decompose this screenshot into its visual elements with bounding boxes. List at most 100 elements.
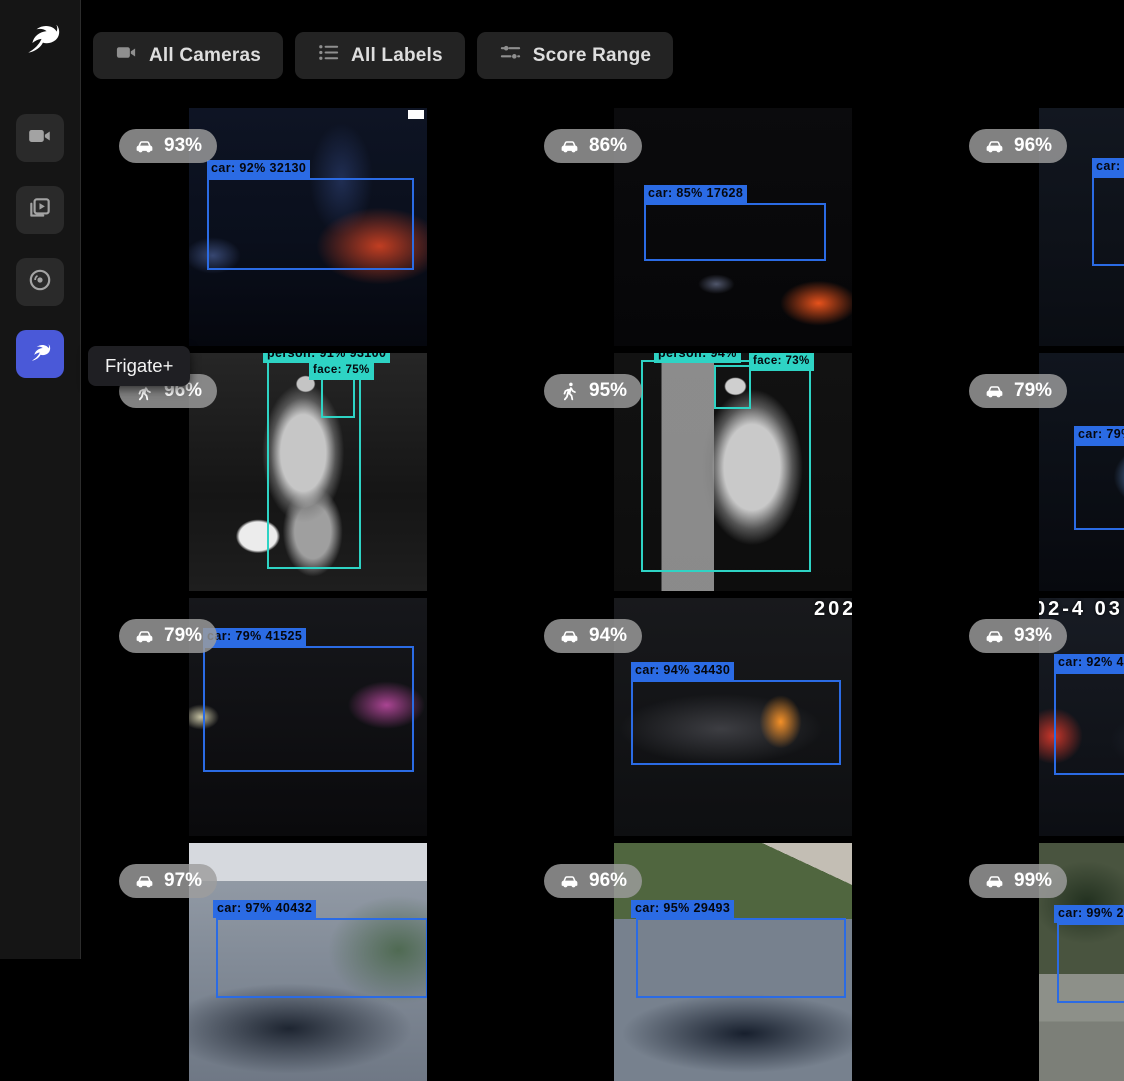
score-badge: 96% <box>969 129 1067 163</box>
car-icon <box>559 136 580 157</box>
sliders-icon <box>499 41 522 70</box>
sidebar-nav <box>16 114 64 378</box>
detection-box <box>1074 444 1124 530</box>
score-badge: 99% <box>969 864 1067 898</box>
person-icon <box>559 381 580 402</box>
snapshot-tile[interactable]: car: 95% 45260 96% <box>946 108 1124 346</box>
sidebar <box>0 0 81 959</box>
score-badge: 79% <box>969 374 1067 408</box>
snapshot-tile[interactable]: car: 79% 41525 79% <box>96 598 521 836</box>
video-camera-icon <box>27 123 53 154</box>
badge-score: 79% <box>1014 380 1052 402</box>
car-icon <box>559 871 580 892</box>
snapshot-image: car: 94% 34430 202 <box>614 598 852 836</box>
detection-box <box>636 918 846 998</box>
snapshot-tile[interactable]: car: 95% 29493 96% <box>521 843 946 1081</box>
list-icon <box>317 41 340 70</box>
frigate-bird-logo-icon <box>20 47 64 64</box>
snapshot-tile[interactable]: person: 94% face: 73% 95% <box>521 353 946 591</box>
detection-box <box>1054 672 1124 775</box>
car-icon <box>984 136 1005 157</box>
snapshot-image: car: 85% 17628 <box>614 108 852 346</box>
score-range-button[interactable]: Score Range <box>477 32 673 79</box>
timestamp-block <box>408 110 424 119</box>
badge-score: 79% <box>164 625 202 647</box>
score-badge: 94% <box>544 619 642 653</box>
detection-box <box>644 203 826 261</box>
face-label: face: 75% <box>309 362 374 380</box>
snapshot-tile[interactable]: car: 97% 40432 97% <box>96 843 521 1081</box>
snapshot-image: car: 92% 32130 <box>189 108 427 346</box>
disc-icon <box>27 267 53 298</box>
detection-label: person: 94% <box>654 353 741 363</box>
detection-box <box>1092 176 1124 266</box>
score-range-label: Score Range <box>533 45 651 67</box>
score-badge: 93% <box>119 129 217 163</box>
badge-score: 93% <box>164 135 202 157</box>
all-labels-button[interactable]: All Labels <box>295 32 465 79</box>
frigate-bird-icon <box>27 339 53 370</box>
sidebar-item-frigate-plus[interactable] <box>16 330 64 378</box>
detection-box <box>1057 923 1124 1003</box>
car-icon <box>134 136 155 157</box>
badge-score: 96% <box>1014 135 1052 157</box>
snapshot-tile[interactable]: car: 92% 32130 93% <box>96 108 521 346</box>
detection-label: car: 95% 29493 <box>631 900 734 918</box>
badge-score: 95% <box>589 380 627 402</box>
detection-label: car: 94% 34430 <box>631 662 734 680</box>
car-icon <box>559 626 580 647</box>
detection-box <box>631 680 841 765</box>
badge-score: 96% <box>589 870 627 892</box>
timestamp-fragment: 02-4 03 0 <box>1039 598 1124 621</box>
filter-toolbar: All Cameras All Labels Score Range <box>81 0 1124 79</box>
frigate-logo[interactable] <box>20 16 64 60</box>
car-icon <box>134 871 155 892</box>
detection-label: car: 99% 25 <box>1054 905 1124 923</box>
all-cameras-label: All Cameras <box>149 45 261 67</box>
detection-box <box>203 646 414 772</box>
car-icon <box>984 381 1005 402</box>
badge-score: 94% <box>589 625 627 647</box>
face-box <box>714 365 751 409</box>
badge-score: 86% <box>589 135 627 157</box>
badge-score: 99% <box>1014 870 1052 892</box>
score-badge: 86% <box>544 129 642 163</box>
snapshot-image: car: 79% 41525 <box>189 598 427 836</box>
main-content: All Cameras All Labels Score Range car: … <box>81 0 1124 1081</box>
badge-score: 97% <box>164 870 202 892</box>
snapshot-tile[interactable]: car: 94% 34430 202 94% <box>521 598 946 836</box>
snapshot-image: person: 94% face: 73% <box>614 353 852 591</box>
review-playback-icon <box>27 195 53 226</box>
badge-score: 93% <box>1014 625 1052 647</box>
snapshot-image: car: 95% 29493 <box>614 843 852 1081</box>
sidebar-item-review[interactable] <box>16 186 64 234</box>
snapshot-tile[interactable]: car: 92% 4218 02-4 03 0 93% <box>946 598 1124 836</box>
detection-box <box>207 178 414 270</box>
detection-box <box>216 918 427 998</box>
face-label: face: 73% <box>749 353 814 371</box>
detection-label: car: 97% 40432 <box>213 900 316 918</box>
all-labels-label: All Labels <box>351 45 443 67</box>
car-icon <box>134 626 155 647</box>
detection-label: car: 92% 4218 <box>1054 654 1124 672</box>
snapshot-tile[interactable]: car: 79% 79% <box>946 353 1124 591</box>
timestamp-fragment: 202 <box>814 598 852 621</box>
score-badge: 79% <box>119 619 217 653</box>
detection-label: car: 92% 32130 <box>207 160 310 178</box>
detection-label: car: 95% 45260 <box>1092 158 1124 176</box>
sidebar-item-live[interactable] <box>16 114 64 162</box>
snapshot-grid: car: 92% 32130 93% car: 85% 17628 86% ca… <box>96 108 1124 1081</box>
snapshot-image: person: 91% 93100 face: 75% <box>189 353 427 591</box>
snapshot-image: car: 97% 40432 <box>189 843 427 1081</box>
frigate-plus-tooltip: Frigate+ <box>88 346 190 386</box>
sidebar-item-export[interactable] <box>16 258 64 306</box>
all-cameras-button[interactable]: All Cameras <box>93 32 283 79</box>
detection-label: car: 79% <box>1074 426 1124 444</box>
snapshot-tile[interactable]: car: 99% 25 99% <box>946 843 1124 1081</box>
score-badge: 96% <box>544 864 642 898</box>
snapshot-tile[interactable]: car: 85% 17628 86% <box>521 108 946 346</box>
car-icon <box>984 871 1005 892</box>
detection-label: car: 79% 41525 <box>203 628 306 646</box>
snapshot-tile[interactable]: person: 91% 93100 face: 75% 96% <box>96 353 521 591</box>
score-badge: 93% <box>969 619 1067 653</box>
